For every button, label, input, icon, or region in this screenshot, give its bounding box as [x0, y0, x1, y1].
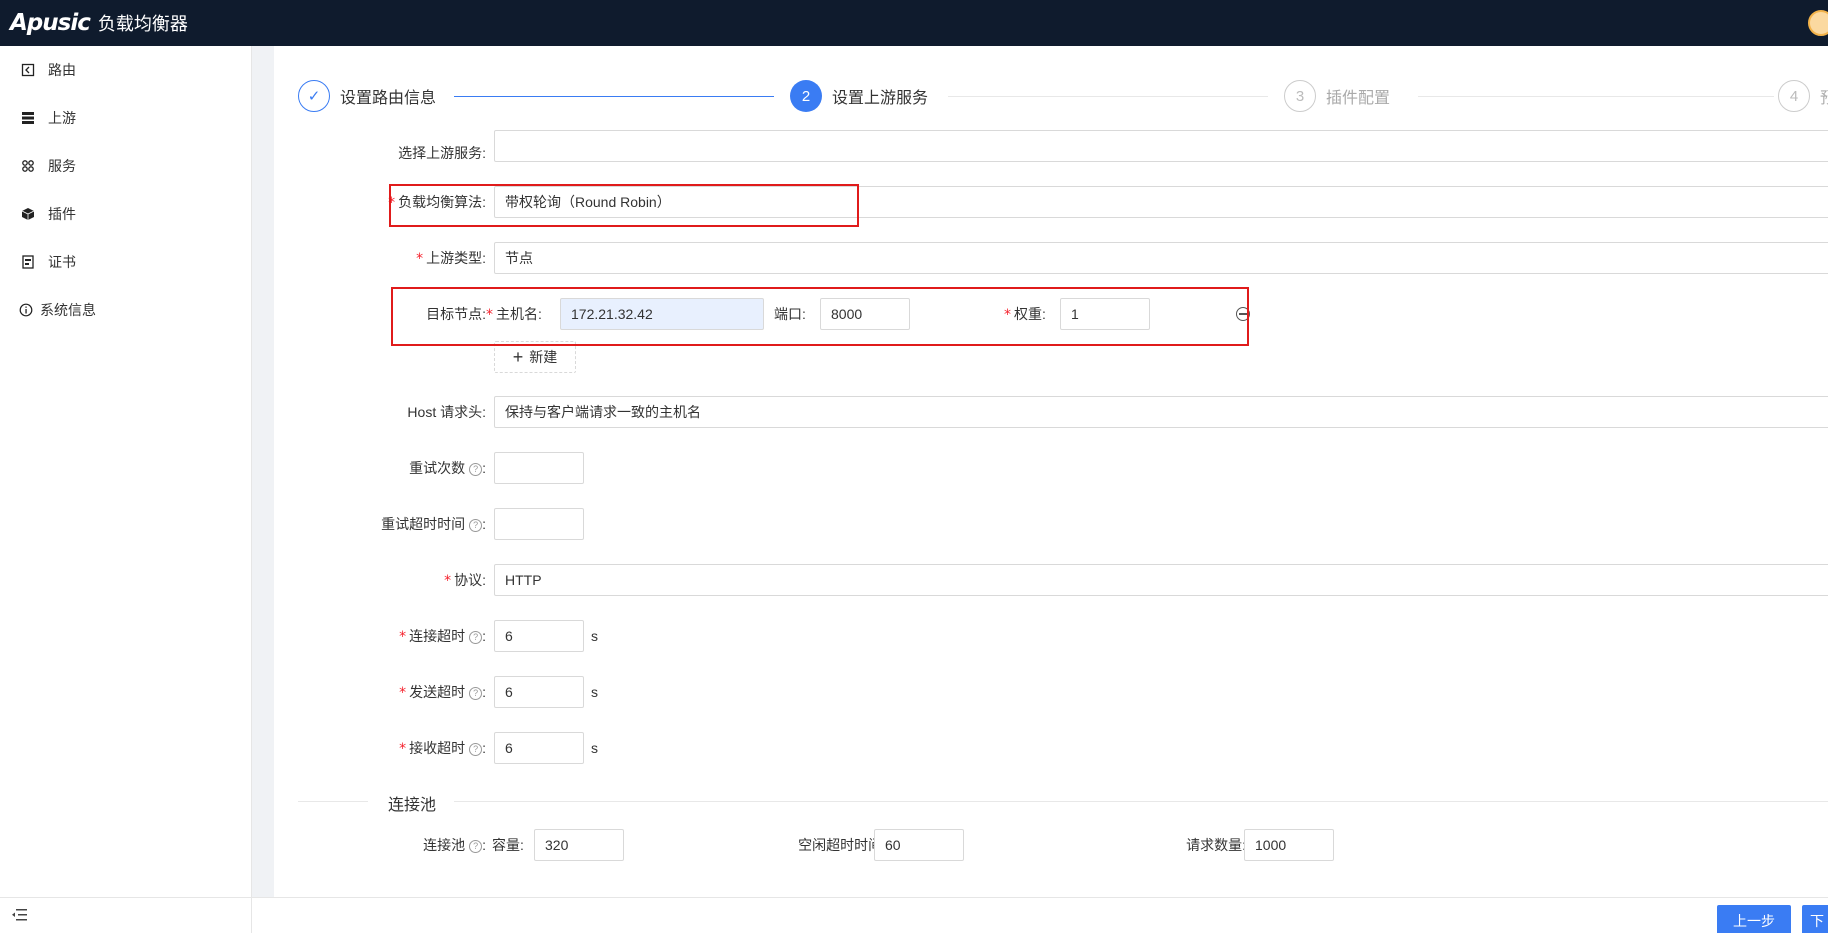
help-icon[interactable]: ? — [469, 518, 483, 532]
unit-seconds: s — [591, 628, 598, 644]
apusic-logo: Apusic — [10, 10, 91, 36]
read-timeout-label: * 接收超时?: — [399, 740, 486, 757]
main-content: ✓ 设置路由信息 2 设置上游服务 3 插件配置 4 预 选择上游服务: *负载… — [274, 46, 1828, 933]
sidebar-item-label: 服务 — [48, 158, 76, 174]
pool-capacity-label: 容量: — [492, 837, 524, 853]
sidebar-item-service[interactable]: 服务 — [0, 142, 252, 190]
weight-input[interactable]: 1 — [1060, 298, 1150, 330]
menu-collapse-icon[interactable] — [12, 908, 28, 927]
prev-step-button[interactable]: 上一步 — [1717, 905, 1791, 933]
sidebar-item-upstream[interactable]: 上游 — [0, 94, 252, 142]
sidebar-item-label: 上游 — [48, 110, 76, 126]
idle-timeout-input[interactable]: 60 — [874, 829, 964, 861]
help-icon[interactable]: ? — [469, 462, 483, 476]
plus-icon: + — [512, 347, 524, 367]
retry-timeout-input[interactable] — [494, 508, 584, 540]
step-connector — [1418, 96, 1774, 97]
step-connector — [454, 96, 774, 97]
avatar[interactable] — [1808, 10, 1828, 36]
step-title: 设置上游服务 — [832, 90, 929, 107]
sidebar-item-route[interactable]: 路由 — [0, 46, 252, 94]
hostname-input[interactable]: 172.21.32.42 — [560, 298, 764, 330]
sidebar-item-label: 证书 — [48, 254, 76, 270]
retries-input[interactable] — [494, 452, 584, 484]
hostname-label: * 主机名: — [486, 306, 542, 323]
pool-requests-label: 请求数量: — [1186, 837, 1246, 853]
sidebar-item-label: 路由 — [48, 62, 76, 78]
idle-timeout-label: 空闲超时时间: — [798, 837, 886, 853]
upstream-type-select[interactable]: 节点 — [494, 242, 1828, 274]
host-header-select[interactable]: 保持与客户端请求一致的主机名 — [494, 396, 1828, 428]
target-nodes-label: 目标节点: — [426, 306, 486, 322]
retries-label: 重试次数?: — [409, 460, 486, 476]
sidebar-item-certificate[interactable]: 证书 — [0, 238, 252, 286]
host-header-label: Host 请求头: — [407, 404, 486, 420]
sidebar: 路由 上游 服务 插件 证书 系统信息 — [0, 46, 252, 933]
pool-section-title: 连接池 — [388, 797, 437, 814]
app-title: 负载均衡器 — [97, 14, 188, 34]
info-icon — [18, 302, 34, 318]
brand[interactable]: Apusic 负载均衡器 — [10, 9, 188, 37]
step-check-icon: ✓ — [298, 80, 330, 112]
step-preview: 4 预 — [1778, 80, 1828, 112]
lb-algorithm-label: * 负载均衡算法: — [388, 194, 486, 211]
steps-bar: ✓ 设置路由信息 2 设置上游服务 3 插件配置 4 预 — [298, 80, 1828, 112]
step-route-info: ✓ 设置路由信息 — [298, 80, 437, 112]
plugin-icon — [20, 206, 36, 222]
step-number: 4 — [1778, 80, 1810, 112]
step-plugins: 3 插件配置 — [1284, 80, 1391, 112]
help-icon[interactable]: ? — [469, 630, 483, 644]
next-step-button[interactable]: 下 — [1802, 905, 1828, 933]
step-upstream: 2 设置上游服务 — [790, 80, 929, 112]
service-icon — [20, 158, 36, 174]
read-timeout-input[interactable]: 6 — [494, 732, 584, 764]
step-number: 3 — [1284, 80, 1316, 112]
protocol-label: * 协议: — [444, 572, 486, 589]
sidebar-item-plugin[interactable]: 插件 — [0, 190, 252, 238]
add-node-label: 新建 — [529, 349, 558, 365]
step-title: 插件配置 — [1326, 90, 1391, 107]
port-input[interactable]: 8000 — [820, 298, 910, 330]
server-icon — [20, 110, 36, 126]
pool-capacity-input[interactable]: 320 — [534, 829, 624, 861]
sidebar-footer — [0, 897, 252, 933]
send-timeout-label: * 发送超时?: — [399, 684, 486, 701]
help-icon[interactable]: ? — [469, 839, 483, 853]
port-label: 端口: — [774, 306, 806, 322]
remove-node-icon[interactable] — [1236, 307, 1250, 321]
sidebar-item-label: 插件 — [48, 206, 76, 222]
step-title: 设置路由信息 — [340, 90, 437, 107]
upstream-select[interactable] — [494, 130, 1828, 162]
content-gutter — [252, 46, 274, 933]
step-title: 预 — [1820, 84, 1828, 108]
unit-seconds: s — [591, 684, 598, 700]
section-divider-left — [298, 801, 368, 802]
pool-requests-input[interactable]: 1000 — [1244, 829, 1334, 861]
step-number: 2 — [790, 80, 822, 112]
route-icon — [20, 62, 36, 78]
connect-timeout-label: * 连接超时?: — [399, 628, 486, 645]
upstream-type-label: * 上游类型: — [416, 250, 486, 267]
connect-timeout-input[interactable]: 6 — [494, 620, 584, 652]
step-connector — [948, 96, 1268, 97]
upstream-select-label: 选择上游服务: — [398, 145, 486, 161]
lb-algorithm-select[interactable]: 带权轮询（Round Robin） — [494, 186, 1828, 218]
protocol-select[interactable]: HTTP — [494, 564, 1828, 596]
send-timeout-input[interactable]: 6 — [494, 676, 584, 708]
sidebar-item-label: 系统信息 — [40, 302, 96, 318]
sidebar-item-system-info[interactable]: 系统信息 — [0, 286, 252, 334]
add-node-button[interactable]: + 新建 — [494, 341, 576, 373]
pool-label: 连接池?: — [423, 837, 486, 853]
certificate-icon — [20, 254, 36, 270]
help-icon[interactable]: ? — [469, 742, 483, 756]
weight-label: * 权重: — [1004, 306, 1046, 323]
footer-action-bar: 上一步 下 — [252, 897, 1828, 933]
unit-seconds: s — [591, 740, 598, 756]
help-icon[interactable]: ? — [469, 686, 483, 700]
retry-timeout-label: 重试超时时间?: — [381, 516, 486, 532]
section-divider-right — [454, 801, 1828, 802]
top-navbar: Apusic 负载均衡器 — [0, 0, 1828, 46]
